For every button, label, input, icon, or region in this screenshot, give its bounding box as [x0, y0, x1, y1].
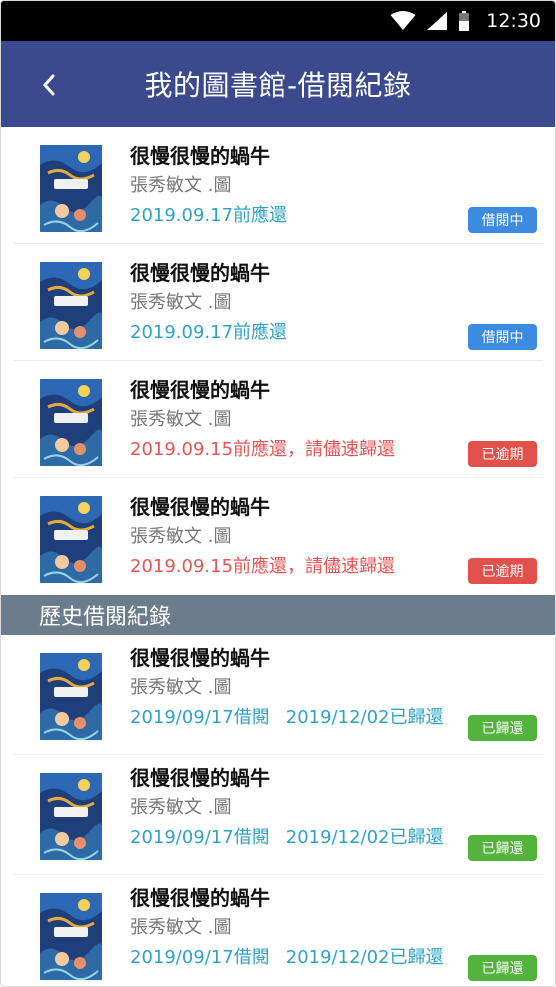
book-author: 張秀敏文 .圖: [130, 175, 232, 196]
loan-row[interactable]: 很慢很慢的蝸牛 張秀敏文 .圖 2019.09.15前應還，請儘速歸還 已逾期: [13, 361, 543, 478]
book-title[interactable]: 很慢很慢的蝸牛: [130, 492, 543, 522]
book-cover-image[interactable]: [40, 379, 102, 466]
book-cover-image[interactable]: [40, 653, 102, 740]
borrowed-date: 2019/09/17借閱: [130, 827, 270, 848]
book-author: 張秀敏文 .圖: [130, 409, 232, 430]
returned-badge: 已歸還: [468, 835, 537, 861]
wifi-icon: [390, 11, 416, 30]
returned-date: 2019/12/02已歸還: [285, 947, 444, 968]
book-title[interactable]: 很慢很慢的蝸牛: [130, 883, 543, 913]
page-title: 我的圖書館-借閱紀錄: [144, 69, 412, 102]
book-author: 張秀敏文 .圖: [130, 677, 232, 698]
book-title[interactable]: 很慢很慢的蝸牛: [130, 643, 543, 673]
loan-row[interactable]: 很慢很慢的蝸牛 張秀敏文 .圖 2019.09.15前應還，請儘速歸還 已逾期: [13, 478, 543, 595]
book-author: 張秀敏文 .圖: [130, 917, 232, 938]
app-bar: 我的圖書館-借閱紀錄: [1, 41, 555, 127]
overdue-badge: 已逾期: [468, 441, 537, 467]
overdue-badge: 已逾期: [468, 558, 537, 584]
clock: 12:30: [486, 10, 541, 32]
returned-badge: 已歸還: [468, 715, 537, 741]
history-list: 很慢很慢的蝸牛 張秀敏文 .圖 2019/09/17借閱 2019/12/02已歸還已…: [1, 635, 555, 986]
book-cover-image[interactable]: [40, 262, 102, 349]
cell-signal-icon: [427, 12, 448, 30]
status-bar: 12:30: [1, 1, 555, 41]
history-row[interactable]: 很慢很慢的蝸牛張秀敏文 .圖 2019/09/17借閱 2019/12/02已歸還 已…: [13, 755, 543, 875]
borrowed-date: 2019/09/17借閱: [130, 947, 270, 968]
loan-row[interactable]: 很慢很慢的蝸牛 張秀敏文 .圖 2019.09.17前應還 借閱中: [13, 127, 543, 244]
borrowed-date: 2019/09/17借閱: [130, 707, 270, 728]
returned-date: 2019/12/02已歸還: [285, 827, 444, 848]
borrowing-badge: 借閱中: [468, 207, 537, 233]
back-button[interactable]: [29, 65, 69, 105]
book-author: 張秀敏文 .圖: [130, 526, 232, 547]
history-row[interactable]: 很慢很慢的蝸牛張秀敏文 .圖 2019/09/17借閱 2019/12/02已歸還 已…: [13, 875, 543, 986]
book-author: 張秀敏文 .圖: [130, 292, 232, 313]
book-cover-image[interactable]: [40, 893, 102, 980]
book-title[interactable]: 很慢很慢的蝸牛: [130, 763, 543, 793]
returned-date: 2019/12/02已歸還: [285, 707, 444, 728]
book-title[interactable]: 很慢很慢的蝸牛: [130, 141, 543, 171]
book-cover-image[interactable]: [40, 496, 102, 583]
book-author: 張秀敏文 .圖: [130, 797, 232, 818]
battery-icon: [459, 11, 470, 31]
phone-screen: 12:30 我的圖書館-借閱紀錄 很慢很慢的蝸牛 張秀敏文 .圖 2019.09.1…: [0, 0, 556, 987]
history-row[interactable]: 很慢很慢的蝸牛張秀敏文 .圖 2019/09/17借閱 2019/12/02已歸還 已…: [13, 635, 543, 755]
history-section-header: 歷史借閱紀錄: [1, 595, 555, 635]
loan-row[interactable]: 很慢很慢的蝸牛 張秀敏文 .圖 2019.09.17前應還 借閱中: [13, 244, 543, 361]
book-cover-image[interactable]: [40, 145, 102, 232]
book-title[interactable]: 很慢很慢的蝸牛: [130, 375, 543, 405]
book-cover-image[interactable]: [40, 773, 102, 860]
book-title[interactable]: 很慢很慢的蝸牛: [130, 258, 543, 288]
current-loans-list: 很慢很慢的蝸牛 張秀敏文 .圖 2019.09.17前應還 借閱中 很慢很慢的蝸牛 張秀…: [1, 127, 555, 595]
chevron-left-icon: [42, 74, 55, 96]
borrowing-badge: 借閱中: [468, 324, 537, 350]
returned-badge: 已歸還: [468, 955, 537, 981]
